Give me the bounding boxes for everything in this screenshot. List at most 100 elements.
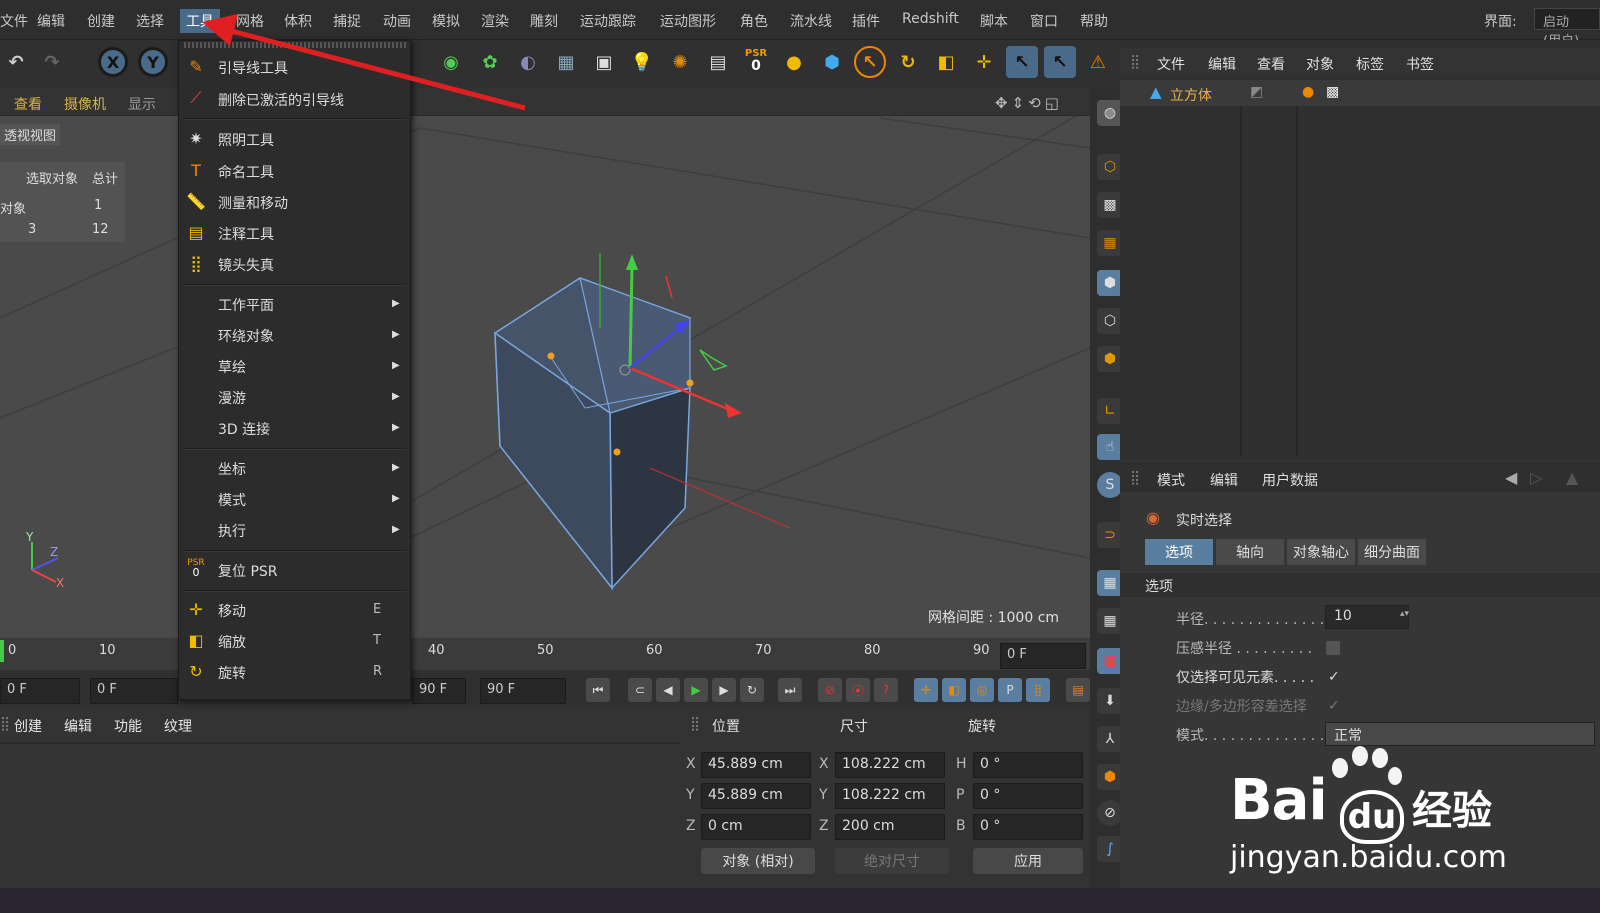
playhead[interactable] [0, 640, 4, 662]
mat-menu-function[interactable]: 功能 [114, 716, 142, 736]
tolerance-checkbox[interactable]: ✓ [1328, 699, 1342, 713]
viewport[interactable] [0, 88, 1090, 638]
record-icon[interactable]: ⊘ [818, 678, 842, 702]
pos-x-input[interactable]: 45.889 cm [701, 752, 811, 778]
object-name[interactable]: 立方体 [1170, 85, 1212, 105]
viewport-menu-camera[interactable]: 摄像机 [64, 94, 106, 114]
dd-modes[interactable]: 模式 [218, 490, 246, 510]
om-menu-file[interactable]: 文件 [1157, 54, 1185, 74]
nav-up-icon[interactable]: ▲ [1566, 468, 1578, 487]
dd-navigation[interactable]: 漫游 [218, 388, 246, 408]
om-menu-objects[interactable]: 对象 [1306, 54, 1334, 74]
om-menu-view[interactable]: 查看 [1257, 54, 1285, 74]
mat-menu-edit[interactable]: 编辑 [64, 716, 92, 736]
next-frame-icon[interactable]: ▶ [712, 678, 736, 702]
dd-execute[interactable]: 执行 [218, 521, 246, 541]
autokey-icon[interactable]: ⦿ [846, 678, 870, 702]
menu-pipeline[interactable]: 流水线 [790, 11, 832, 31]
rotate-icon[interactable]: ↻ [892, 46, 924, 78]
menu-help[interactable]: 帮助 [1080, 11, 1108, 31]
dd-measure-move[interactable]: 测量和移动 [218, 193, 288, 213]
key-pla-icon[interactable]: ⣿ [1026, 678, 1050, 702]
dd-scale[interactable]: 缩放 [218, 632, 246, 652]
live-select-icon[interactable]: ↖ [854, 46, 886, 78]
phong-tag-icon[interactable]: ● [1302, 84, 1314, 100]
min-frame-field[interactable]: 0 F [90, 678, 178, 704]
size-mode-select[interactable]: 绝对尺寸 [835, 848, 949, 874]
keyframe-help-icon[interactable]: ? [874, 678, 898, 702]
effector-icon[interactable]: ✺ [664, 46, 696, 78]
rot-b-input[interactable]: 0 ° [973, 814, 1083, 840]
am-menu-mode[interactable]: 模式 [1157, 470, 1185, 490]
mat-menu-create[interactable]: 创建 [14, 716, 42, 736]
axis-icon[interactable]: ⚠ [1082, 46, 1114, 78]
om-menu-tags[interactable]: 标签 [1356, 54, 1384, 74]
size-z-input[interactable]: 200 cm [835, 814, 945, 840]
tab-axis[interactable]: 轴向 [1216, 539, 1284, 565]
move-icon[interactable]: ✛ [968, 46, 1000, 78]
max-frame-field[interactable]: 90 F [412, 678, 466, 704]
dd-reset-psr[interactable]: 复位 PSR [218, 561, 278, 581]
menu-create[interactable]: 创建 [87, 11, 115, 31]
size-x-input[interactable]: 108.222 cm [835, 752, 945, 778]
menu-redshift[interactable]: Redshift [902, 11, 959, 27]
dd-coordinates[interactable]: 坐标 [218, 459, 246, 479]
visibility-icon[interactable]: ◩ [1250, 84, 1263, 100]
menu-file[interactable]: 文件 [0, 11, 28, 31]
prev-key-icon[interactable]: ⊂ [628, 678, 652, 702]
rot-h-input[interactable]: 0 ° [973, 752, 1083, 778]
lock-y-icon[interactable]: Y [138, 47, 168, 77]
rot-p-input[interactable]: 0 ° [973, 783, 1083, 809]
material-tag-icon[interactable]: ▩ [1326, 84, 1339, 100]
key-scale-icon[interactable]: ◧ [942, 678, 966, 702]
tab-object-axis[interactable]: 对象轴心 [1287, 539, 1355, 565]
pressure-checkbox[interactable] [1326, 641, 1340, 655]
menu-mograph[interactable]: 运动图形 [660, 11, 716, 31]
pos-z-input[interactable]: 0 cm [701, 814, 811, 840]
undo-icon[interactable]: ↶ [0, 46, 32, 78]
interface-select[interactable]: 启动 (用户) [1534, 8, 1600, 49]
dd-3d-connexion[interactable]: 3D 连接 [218, 419, 270, 439]
timeline-window-icon[interactable]: ▤ [1066, 678, 1090, 702]
scale-icon[interactable]: ◧ [930, 46, 962, 78]
dd-lens-distortion[interactable]: 镜头失真 [218, 255, 274, 275]
visible-only-checkbox[interactable]: ✓ [1328, 670, 1342, 684]
dd-workplane[interactable]: 工作平面 [218, 295, 274, 315]
selection-icon[interactable]: ↖ [1006, 46, 1038, 78]
rect-selection-icon[interactable]: ↖ [1044, 46, 1076, 78]
key-move-icon[interactable]: ✛ [914, 678, 938, 702]
am-menu-userdata[interactable]: 用户数据 [1262, 470, 1318, 490]
dd-orbit-object[interactable]: 环绕对象 [218, 326, 274, 346]
reset-psr-icon[interactable]: PSR 0 [740, 44, 772, 76]
end-frame-field[interactable]: 90 F [480, 678, 566, 704]
redo-icon[interactable]: ↷ [36, 46, 68, 78]
viewport-menu-view[interactable]: 查看 [14, 94, 42, 114]
goto-end-icon[interactable]: ⏭ [778, 678, 802, 702]
loop-icon[interactable]: ↻ [740, 678, 764, 702]
dd-light-tool[interactable]: 照明工具 [218, 130, 274, 150]
mat-menu-texture[interactable]: 纹理 [164, 716, 192, 736]
goto-start-icon[interactable]: ⏮ [586, 678, 610, 702]
prev-frame-icon[interactable]: ◀ [656, 678, 680, 702]
viewport-nav-icons[interactable]: ✥⇕⟲◱ [995, 94, 1063, 112]
menu-motion-tracking[interactable]: 运动跟踪 [580, 11, 636, 31]
menu-character[interactable]: 角色 [740, 11, 768, 31]
am-menu-edit[interactable]: 编辑 [1210, 470, 1238, 490]
tab-options[interactable]: 选项 [1145, 539, 1213, 565]
menu-plugins[interactable]: 插件 [852, 11, 880, 31]
xyz-toggle-icon[interactable]: ● [778, 46, 810, 78]
apply-button[interactable]: 应用 [973, 848, 1083, 874]
camera-icon[interactable]: ▣ [588, 46, 620, 78]
om-menu-bookmarks[interactable]: 书签 [1406, 54, 1434, 74]
pos-y-input[interactable]: 45.889 cm [701, 783, 811, 809]
current-frame-field[interactable]: 0 F [1000, 643, 1086, 669]
key-rotate-icon[interactable]: ◎ [970, 678, 994, 702]
tab-subdivision[interactable]: 细分曲面 [1358, 539, 1426, 565]
coord-mode-select[interactable]: 对象 (相对) [701, 848, 815, 874]
radius-input[interactable]: 10 [1325, 605, 1409, 629]
nav-forward-icon[interactable]: ▷ [1530, 468, 1542, 487]
dd-naming-tool[interactable]: 命名工具 [218, 162, 274, 182]
menu-script[interactable]: 脚本 [980, 11, 1008, 31]
dd-sketch[interactable]: 草绘 [218, 357, 246, 377]
scene-icon[interactable]: ▤ [702, 46, 734, 78]
